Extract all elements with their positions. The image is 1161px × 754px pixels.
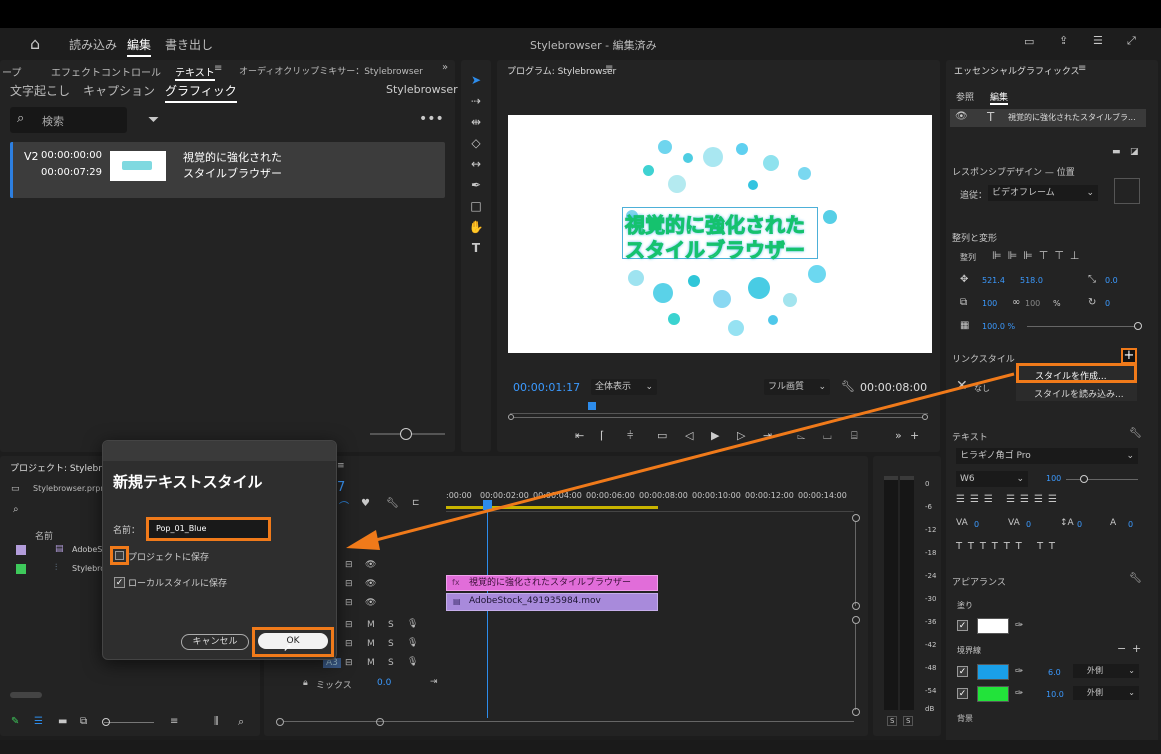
bottom-bar	[0, 740, 1161, 754]
arrow-line	[371, 372, 1015, 543]
annotation-arrow	[346, 372, 1015, 550]
arrow-head	[346, 530, 380, 550]
